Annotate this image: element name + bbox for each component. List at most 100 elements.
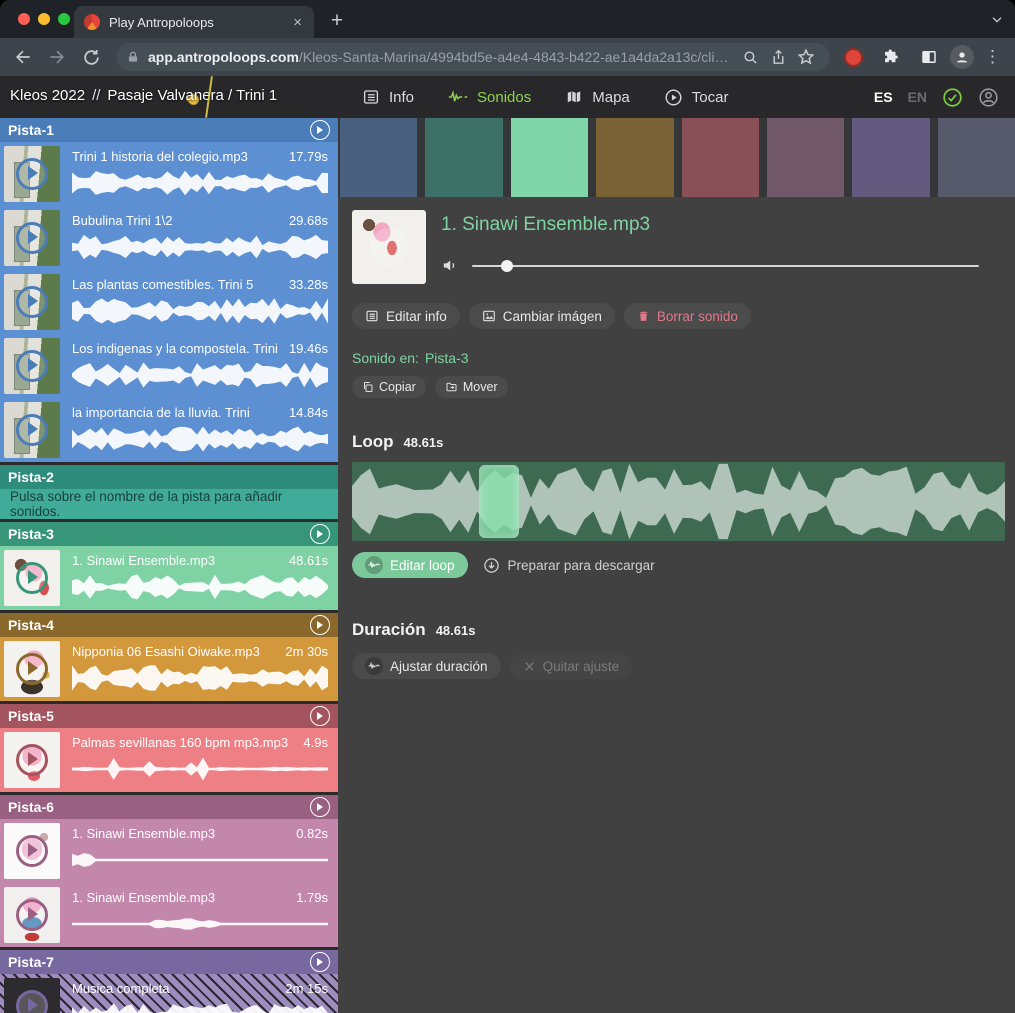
copy-button[interactable]: Copiar <box>352 376 426 398</box>
delete-sound-button[interactable]: Borrar sonido <box>624 303 751 329</box>
volume-slider-thumb[interactable] <box>501 260 513 272</box>
remove-adjust-button[interactable]: Quitar ajuste <box>510 653 633 679</box>
clip-play-icon[interactable] <box>16 286 48 318</box>
clip-play-icon[interactable] <box>16 414 48 446</box>
clip-row[interactable]: 1. Sinawi Ensemble.mp31.79s <box>0 883 338 947</box>
browser-menu-icon[interactable]: ⋮ <box>978 47 1007 67</box>
bookmark-star-icon[interactable] <box>792 40 820 74</box>
track-header[interactable]: Pista-6 <box>0 795 338 819</box>
breadcrumb-project[interactable]: Kleos 2022 <box>10 87 85 104</box>
clip-thumbnail[interactable] <box>4 402 60 458</box>
clip-row[interactable]: 1. Sinawi Ensemble.mp30.82s <box>0 819 338 883</box>
track-play-icon[interactable] <box>310 615 330 635</box>
clip-thumbnail[interactable] <box>4 146 60 202</box>
track-swatch-7[interactable] <box>852 118 929 197</box>
move-button[interactable]: Mover <box>435 376 508 398</box>
clip-play-icon[interactable] <box>16 835 48 867</box>
track-play-icon[interactable] <box>310 797 330 817</box>
loop-playhead-highlight[interactable] <box>479 465 518 538</box>
clip-thumbnail[interactable] <box>4 978 60 1013</box>
account-icon[interactable] <box>978 87 999 108</box>
nav-tocar[interactable]: Tocar <box>664 88 729 107</box>
track-header[interactable]: Pista-2 <box>0 465 338 489</box>
back-icon[interactable] <box>6 40 40 74</box>
profile-avatar[interactable] <box>950 45 974 69</box>
clip-play-icon[interactable] <box>16 653 48 685</box>
clip-thumbnail[interactable] <box>4 550 60 606</box>
zoom-page-icon[interactable] <box>736 40 764 74</box>
side-panel-icon[interactable] <box>912 40 946 74</box>
recorder-extension-icon[interactable] <box>836 40 870 74</box>
nav-sonidos[interactable]: Sonidos <box>448 89 531 106</box>
new-tab-button[interactable]: + <box>322 6 352 36</box>
clip-thumbnail[interactable] <box>4 338 60 394</box>
sound-thumbnail[interactable] <box>352 210 426 284</box>
clip-play-icon[interactable] <box>16 158 48 190</box>
track-header[interactable]: Pista-5 <box>0 704 338 728</box>
clip-thumbnail[interactable] <box>4 274 60 330</box>
breadcrumb-page[interactable]: Pasaje Valvanera / Trini 1 <box>107 87 277 104</box>
clip-row[interactable]: la importancia de la lluvia. Trini14.84s <box>0 398 338 462</box>
zoom-window-button[interactable] <box>58 13 70 25</box>
clip-play-icon[interactable] <box>16 350 48 382</box>
clip-play-icon[interactable] <box>16 562 48 594</box>
extensions-puzzle-icon[interactable] <box>874 40 908 74</box>
track-swatch-6[interactable] <box>767 118 844 197</box>
track-swatch-8[interactable] <box>938 118 1015 197</box>
clip-row[interactable]: Las plantas comestibles. Trini 533.28s <box>0 270 338 334</box>
clip-thumbnail[interactable] <box>4 823 60 879</box>
track-swatch-5[interactable] <box>682 118 759 197</box>
close-window-button[interactable] <box>18 13 30 25</box>
track-play-icon[interactable] <box>310 952 330 972</box>
track-link[interactable]: Pista-3 <box>425 350 469 366</box>
forward-icon[interactable] <box>40 40 74 74</box>
volume-slider[interactable] <box>472 265 979 267</box>
track-play-icon[interactable] <box>310 706 330 726</box>
clip-row[interactable]: Trini 1 historia del colegio.mp317.79s <box>0 142 338 206</box>
loop-waveform[interactable] <box>352 462 1005 541</box>
track-swatch-4[interactable] <box>596 118 673 197</box>
lang-en[interactable]: EN <box>908 89 927 105</box>
reload-icon[interactable] <box>74 40 108 74</box>
track-swatch-1[interactable] <box>340 118 417 197</box>
clip-row[interactable]: Nipponia 06 Esashi Oiwake.mp32m 30s <box>0 637 338 701</box>
tab-search-chevron-icon[interactable] <box>989 10 1005 28</box>
track-header[interactable]: Pista-4 <box>0 613 338 637</box>
clip-row[interactable]: Los indigenas y la compostela. Trini19.4… <box>0 334 338 398</box>
track-play-icon[interactable] <box>310 120 330 140</box>
url-bar[interactable]: app.antropoloops.com/Kleos-Santa-Marina/… <box>116 43 830 71</box>
track-play-icon[interactable] <box>310 524 330 544</box>
clip-row[interactable]: Bubulina Trini 1\229.68s <box>0 206 338 270</box>
track-header[interactable]: Pista-7 <box>0 950 338 974</box>
clip-play-icon[interactable] <box>16 222 48 254</box>
minimize-window-button[interactable] <box>38 13 50 25</box>
clip-row[interactable]: Musica completa2m 15s <box>0 974 338 1013</box>
clip-play-icon[interactable] <box>16 899 48 931</box>
browser-tab[interactable]: Play Antropoloops × <box>74 6 314 38</box>
nav-mapa[interactable]: Mapa <box>565 88 630 106</box>
sound-play-icon[interactable] <box>370 228 408 266</box>
volume-icon[interactable] <box>441 257 458 274</box>
adjust-duration-button[interactable]: Ajustar duración <box>352 653 501 679</box>
clip-thumbnail[interactable] <box>4 732 60 788</box>
edit-loop-button[interactable]: Editar loop <box>352 552 468 578</box>
clip-row-selected[interactable]: 1. Sinawi Ensemble.mp348.61s <box>0 546 338 610</box>
nav-info[interactable]: Info <box>362 88 414 106</box>
clip-thumbnail[interactable] <box>4 210 60 266</box>
track-header[interactable]: Pista-3 <box>0 522 338 546</box>
edit-info-button[interactable]: Editar info <box>352 303 460 329</box>
prepare-download-button[interactable]: Preparar para descargar <box>477 557 661 574</box>
share-icon[interactable] <box>764 40 792 74</box>
clip-row[interactable]: Palmas sevillanas 160 bpm mp3.mp34.9s <box>0 728 338 792</box>
clip-play-icon[interactable] <box>16 744 48 776</box>
track-swatch-2[interactable] <box>425 118 502 197</box>
track-swatch-3-selected[interactable] <box>511 118 588 197</box>
clip-thumbnail[interactable] <box>4 887 60 943</box>
clip-thumbnail[interactable] <box>4 641 60 697</box>
track-header[interactable]: Pista-1 <box>0 118 338 142</box>
change-image-button[interactable]: Cambiar imágen <box>469 303 615 329</box>
clip-play-icon[interactable] <box>16 990 48 1013</box>
lang-es[interactable]: ES <box>874 89 893 105</box>
project-map-thumbnail[interactable]: Kleos 2022//Pasaje Valvanera / Trini 1 <box>0 76 338 118</box>
tab-close-icon[interactable]: × <box>291 14 304 31</box>
